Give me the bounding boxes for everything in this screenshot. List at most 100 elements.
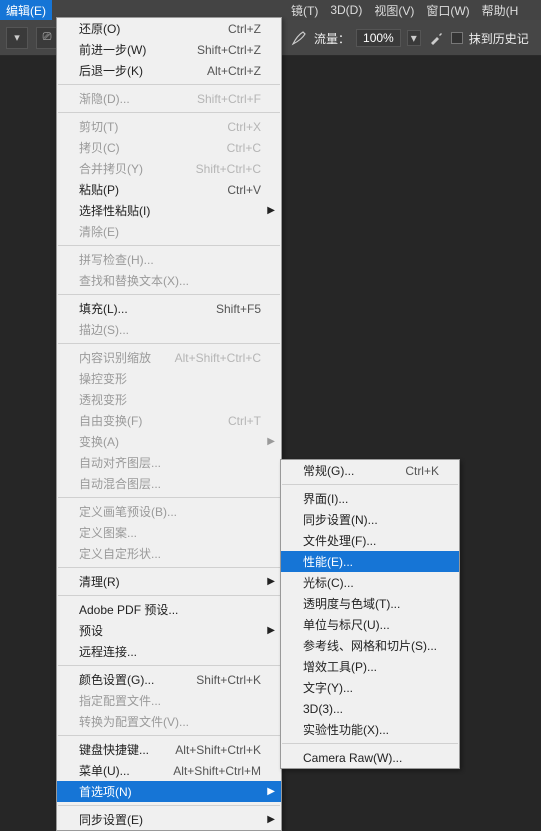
edit-menu-item[interactable]: 首选项(N)▶ [57, 781, 281, 802]
menu-item-label: 透明度与色域(T)... [303, 595, 439, 612]
menu-item-label: 预设 [79, 622, 261, 639]
menubar-edit[interactable]: 编辑(E) [0, 0, 52, 20]
menu-item-shortcut: Ctrl+K [405, 464, 439, 478]
pref-menu-item[interactable]: 单位与标尺(U)... [281, 614, 459, 635]
edit-menu-item[interactable]: 前进一步(W)Shift+Ctrl+Z [57, 39, 281, 60]
menubar-right-group: 镜(T) 3D(D) 视图(V) 窗口(W) 帮助(H [285, 0, 524, 20]
menu-item-label: 单位与标尺(U)... [303, 616, 439, 633]
menu-item-label: 拼写检查(H)... [79, 251, 261, 268]
edit-menu-item[interactable]: 填充(L)...Shift+F5 [57, 298, 281, 319]
menu-item-label: 常规(G)... [303, 462, 405, 479]
menubar-filter[interactable]: 镜(T) [285, 0, 324, 20]
edit-menu-item: 自动对齐图层... [57, 452, 281, 473]
pref-menu-item[interactable]: 同步设置(N)... [281, 509, 459, 530]
menubar-help[interactable]: 帮助(H [476, 0, 525, 20]
toolbar-button-2[interactable]: ⎚ [36, 27, 58, 49]
edit-menu-item[interactable]: 还原(O)Ctrl+Z [57, 18, 281, 39]
menu-separator [58, 805, 280, 806]
pref-menu-item[interactable]: 实验性功能(X)... [281, 719, 459, 740]
menu-item-label: 定义自定形状... [79, 545, 261, 562]
menu-separator [58, 595, 280, 596]
flow-dropdown[interactable]: ▾ [407, 30, 421, 46]
menubar-3d[interactable]: 3D(D) [324, 0, 368, 20]
airbrush-icon[interactable] [427, 29, 445, 47]
edit-menu-item: 转换为配置文件(V)... [57, 711, 281, 732]
menu-item-shortcut: Ctrl+T [228, 414, 261, 428]
edit-menu-item[interactable]: 清理(R)▶ [57, 571, 281, 592]
menu-separator [58, 735, 280, 736]
flow-value[interactable]: 100% [356, 29, 401, 47]
menubar-window[interactable]: 窗口(W) [420, 0, 475, 20]
edit-menu-item: 操控变形 [57, 368, 281, 389]
submenu-arrow-icon: ▶ [267, 436, 275, 447]
edit-menu-item[interactable]: Adobe PDF 预设... [57, 599, 281, 620]
edit-menu-item: 拼写检查(H)... [57, 249, 281, 270]
edit-menu-item: 自由变换(F)Ctrl+T [57, 410, 281, 431]
edit-menu-item[interactable]: 后退一步(K)Alt+Ctrl+Z [57, 60, 281, 81]
pref-menu-item[interactable]: Camera Raw(W)... [281, 747, 459, 768]
history-checkbox[interactable] [451, 32, 463, 44]
edit-menu-item[interactable]: 颜色设置(G)...Shift+Ctrl+K [57, 669, 281, 690]
edit-menu: 还原(O)Ctrl+Z前进一步(W)Shift+Ctrl+Z后退一步(K)Alt… [56, 17, 282, 831]
menu-separator [58, 497, 280, 498]
pref-menu-item[interactable]: 参考线、网格和切片(S)... [281, 635, 459, 656]
menu-item-label: 远程连接... [79, 643, 261, 660]
menu-item-label: 还原(O) [79, 20, 228, 37]
menu-separator [58, 665, 280, 666]
pref-menu-item[interactable]: 性能(E)... [281, 551, 459, 572]
submenu-arrow-icon: ▶ [267, 205, 275, 216]
menu-item-label: 定义图案... [79, 524, 261, 541]
toolbar-button-1[interactable]: ▾ [6, 27, 28, 49]
edit-menu-item: 清除(E) [57, 221, 281, 242]
menu-item-shortcut: Ctrl+C [227, 141, 261, 155]
menu-item-shortcut: Alt+Shift+Ctrl+K [175, 743, 261, 757]
edit-menu-item: 描边(S)... [57, 319, 281, 340]
menu-item-label: 参考线、网格和切片(S)... [303, 637, 439, 654]
menu-separator [58, 343, 280, 344]
menu-item-label: 渐隐(D)... [79, 90, 197, 107]
menu-separator [58, 245, 280, 246]
menu-item-label: 描边(S)... [79, 321, 261, 338]
menu-separator [58, 112, 280, 113]
toolbar-right-group: 流量： 100% ▾ 抹到历史记 [290, 20, 529, 56]
menu-item-shortcut: Shift+Ctrl+K [196, 673, 261, 687]
history-label: 抹到历史记 [469, 30, 529, 47]
edit-menu-item[interactable]: 菜单(U)...Alt+Shift+Ctrl+M [57, 760, 281, 781]
edit-menu-item[interactable]: 粘贴(P)Ctrl+V [57, 179, 281, 200]
pref-menu-item[interactable]: 文件处理(F)... [281, 530, 459, 551]
menu-item-label: 粘贴(P) [79, 181, 227, 198]
edit-menu-item[interactable]: 键盘快捷键...Alt+Shift+Ctrl+K [57, 739, 281, 760]
menu-separator [282, 484, 458, 485]
edit-menu-item[interactable]: 选择性粘贴(I) ▶ [57, 200, 281, 221]
menu-item-label: 剪切(T) [79, 118, 227, 135]
pref-menu-item[interactable]: 常规(G)...Ctrl+K [281, 460, 459, 481]
menubar-view[interactable]: 视图(V) [368, 0, 420, 20]
menu-item-label: Adobe PDF 预设... [79, 601, 261, 618]
menu-item-label: 增效工具(P)... [303, 658, 439, 675]
menu-item-label: 后退一步(K) [79, 62, 207, 79]
menu-item-label: 光标(C)... [303, 574, 439, 591]
flow-label: 流量： [314, 30, 350, 47]
pref-menu-item[interactable]: 界面(I)... [281, 488, 459, 509]
edit-menu-item[interactable]: 预设▶ [57, 620, 281, 641]
menu-item-label: 实验性功能(X)... [303, 721, 439, 738]
pref-menu-item[interactable]: 3D(3)... [281, 698, 459, 719]
menu-item-label: 选择性粘贴(I) [79, 202, 261, 219]
edit-menu-item: 拷贝(C)Ctrl+C [57, 137, 281, 158]
pref-menu-item[interactable]: 文字(Y)... [281, 677, 459, 698]
menu-separator [282, 743, 458, 744]
pref-menu-item[interactable]: 增效工具(P)... [281, 656, 459, 677]
menu-separator [58, 84, 280, 85]
menu-item-label: 菜单(U)... [79, 762, 173, 779]
edit-menu-item: 合并拷贝(Y)Shift+Ctrl+C [57, 158, 281, 179]
menu-item-shortcut: Alt+Shift+Ctrl+M [173, 764, 261, 778]
menu-item-label: 文字(Y)... [303, 679, 439, 696]
menu-item-label: 界面(I)... [303, 490, 439, 507]
pref-menu-item[interactable]: 透明度与色域(T)... [281, 593, 459, 614]
menu-separator [58, 567, 280, 568]
pref-menu-item[interactable]: 光标(C)... [281, 572, 459, 593]
edit-menu-item[interactable]: 同步设置(E)▶ [57, 809, 281, 830]
edit-menu-item[interactable]: 远程连接... [57, 641, 281, 662]
menu-item-label: 自动对齐图层... [79, 454, 261, 471]
menu-item-label: 变换(A) [79, 433, 261, 450]
